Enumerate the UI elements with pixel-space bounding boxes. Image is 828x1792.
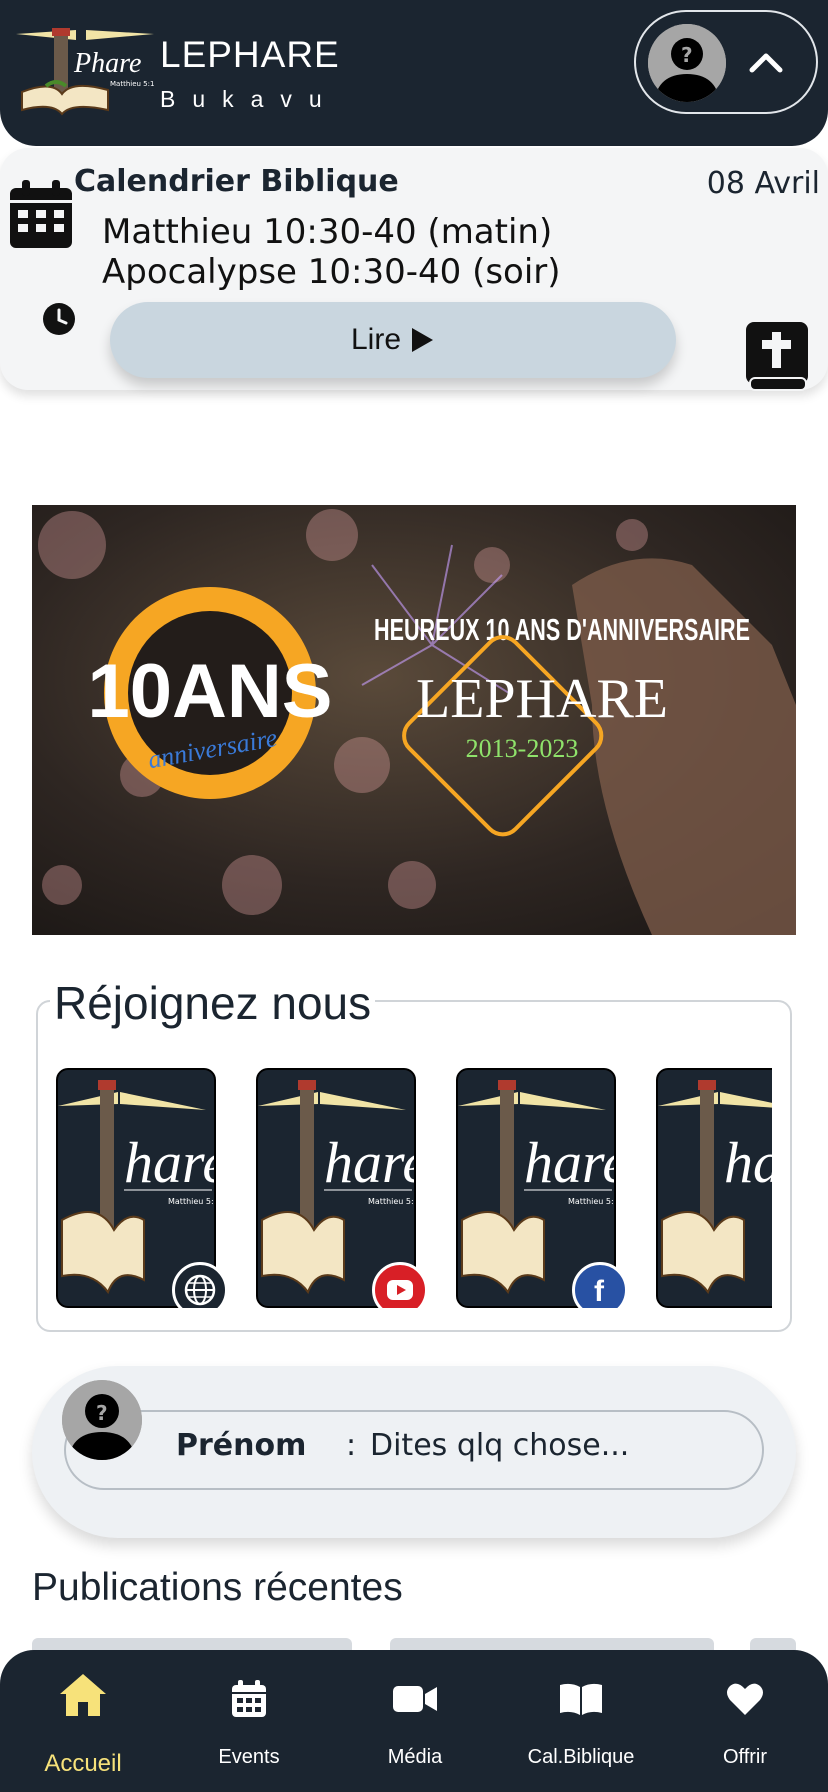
calendar-icon xyxy=(8,178,74,250)
nav-label: Offrir xyxy=(722,1746,768,1768)
nav-item-accueil[interactable]: Accueil xyxy=(0,1650,166,1792)
svg-text:2013-2023: 2013-2023 xyxy=(466,734,579,763)
social-tile-facebook[interactable]: hare Matthieu 5:14 f xyxy=(456,1068,628,1308)
clock-icon xyxy=(42,302,76,336)
nav-label: Média xyxy=(387,1746,443,1768)
read-button[interactable]: Lire xyxy=(110,302,676,378)
read-button-label: Lire xyxy=(350,323,402,356)
composer-placeholder: Dites qlq chose... xyxy=(370,1428,630,1463)
recent-posts-title: Publications récentes xyxy=(32,1566,403,1609)
composer-name-label: Prénom xyxy=(176,1428,307,1463)
nav-label: Cal.Biblique xyxy=(527,1746,635,1768)
svg-text:Matthieu 5:14: Matthieu 5:14 xyxy=(110,80,154,88)
video-icon xyxy=(393,1684,437,1718)
nav-item-offrir[interactable]: Offrir xyxy=(662,1650,828,1792)
play-icon xyxy=(409,326,435,354)
book-open-icon xyxy=(559,1682,603,1720)
bible-calendar-card: Calendrier Biblique 08 Avril Matthieu 10… xyxy=(0,148,828,391)
heart-icon xyxy=(726,1682,764,1720)
svg-text:f: f xyxy=(594,1275,605,1308)
svg-text:Matthieu 5:14: Matthieu 5:14 xyxy=(568,1197,614,1206)
avatar: ? xyxy=(62,1380,142,1460)
calendar-title: Calendrier Biblique xyxy=(74,164,399,199)
composer-separator: : xyxy=(346,1428,357,1463)
svg-text:10ANS: 10ANS xyxy=(88,649,333,734)
app-header: Phare Matthieu 5:14 LEPHARE Bukavu ? xyxy=(0,0,828,146)
svg-text:hare: hare xyxy=(124,1130,214,1195)
social-tile-more[interactable]: hare xyxy=(656,1068,772,1308)
verse-morning: Matthieu 10:30-40 (matin) xyxy=(102,212,553,252)
svg-text:Matthieu 5:14: Matthieu 5:14 xyxy=(368,1197,414,1206)
bottom-navigation: Accueil Events Média Cal.Biblique Offrir xyxy=(0,1650,828,1792)
svg-text:HEUREUX 10 ANS D'ANNIVERSAIRE: HEUREUX 10 ANS D'ANNIVERSAIRE xyxy=(374,612,750,647)
nav-label: Accueil xyxy=(44,1750,122,1777)
svg-text:hare: hare xyxy=(724,1130,772,1195)
profile-menu-toggle[interactable]: ? xyxy=(634,10,818,114)
social-links-carousel[interactable]: hare Matthieu 5:14 hare Matthieu 5:14 xyxy=(56,1068,772,1308)
svg-text:hare: hare xyxy=(524,1130,614,1195)
svg-text:Phare: Phare xyxy=(73,48,141,79)
nav-item-events[interactable]: Events xyxy=(166,1650,332,1792)
nav-label: Events xyxy=(218,1746,280,1768)
bible-icon[interactable] xyxy=(744,320,810,394)
nav-item-media[interactable]: Média xyxy=(332,1650,498,1792)
app-subtitle: Bukavu xyxy=(160,86,339,112)
anniversary-banner[interactable]: 10ANS anniversaire HEUREUX 10 ANS D'ANNI… xyxy=(32,505,796,935)
svg-text:hare: hare xyxy=(324,1130,414,1195)
chevron-up-icon xyxy=(740,36,792,88)
app-logo: Phare Matthieu 5:14 xyxy=(16,24,159,116)
globe-icon[interactable] xyxy=(172,1262,228,1308)
join-us-title: Réjoignez nous xyxy=(50,976,376,1030)
svg-text:Matthieu 5:14: Matthieu 5:14 xyxy=(168,1197,214,1206)
home-icon xyxy=(58,1672,108,1722)
youtube-icon[interactable] xyxy=(372,1262,428,1308)
app-title: LEPHARE xyxy=(160,34,340,75)
nav-item-cal-biblique[interactable]: Cal.Biblique xyxy=(498,1650,664,1792)
calendar-date: 08 Avril xyxy=(706,166,820,201)
avatar: ? xyxy=(648,24,726,102)
svg-text:LEPHARE: LEPHARE xyxy=(416,668,668,730)
svg-text:?: ? xyxy=(681,43,693,67)
calendar-icon xyxy=(231,1680,267,1722)
social-tile-website[interactable]: hare Matthieu 5:14 xyxy=(56,1068,228,1308)
verse-evening: Apocalypse 10:30-40 (soir) xyxy=(102,252,561,292)
facebook-icon[interactable]: f xyxy=(572,1262,628,1308)
post-composer: ? Prénom : Dites qlq chose... xyxy=(32,1366,796,1538)
social-tile-youtube[interactable]: hare Matthieu 5:14 xyxy=(256,1068,428,1308)
svg-text:?: ? xyxy=(96,1401,108,1425)
